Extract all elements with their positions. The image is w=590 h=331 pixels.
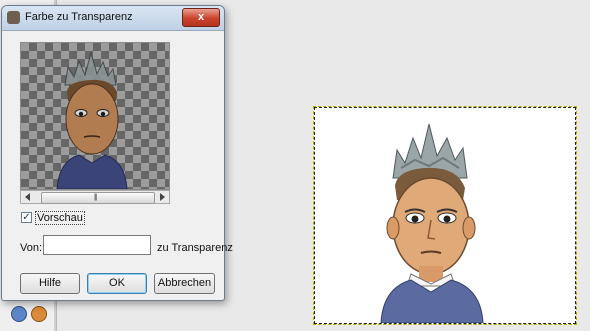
scroll-left-icon[interactable] bbox=[25, 193, 30, 201]
image-canvas[interactable] bbox=[313, 106, 577, 325]
preview-horizontal-scrollbar[interactable]: ||| bbox=[20, 190, 170, 204]
heal-tool-icon[interactable] bbox=[31, 306, 47, 322]
clone-tool-icon[interactable] bbox=[11, 306, 27, 322]
to-transparency-label: zu Transparenz bbox=[157, 242, 233, 254]
gimp-wilber-icon bbox=[7, 11, 20, 24]
checkmark-icon: ✓ bbox=[22, 212, 31, 223]
close-button[interactable]: x bbox=[182, 8, 220, 27]
preview-checkbox-label[interactable]: Vorschau bbox=[35, 211, 85, 225]
scroll-grip-icon: ||| bbox=[94, 194, 98, 201]
dialog-title: Farbe zu Transparenz bbox=[25, 11, 133, 23]
ok-button[interactable]: OK bbox=[87, 273, 147, 294]
preview-avatar bbox=[56, 51, 128, 189]
preview-area[interactable] bbox=[20, 42, 170, 190]
from-color-label: Von: bbox=[20, 242, 43, 254]
scrollbar-thumb[interactable]: ||| bbox=[41, 192, 155, 204]
cancel-button[interactable]: Abbrechen bbox=[154, 273, 215, 294]
avatar-illustration bbox=[380, 123, 484, 324]
color-to-alpha-dialog: Farbe zu Transparenz x ||| ✓ Vorschau Vo… bbox=[1, 5, 233, 301]
from-color-button[interactable] bbox=[43, 235, 151, 255]
dialog-titlebar[interactable]: Farbe zu Transparenz x bbox=[2, 6, 224, 31]
help-button[interactable]: Hilfe bbox=[20, 273, 80, 294]
scroll-right-icon[interactable] bbox=[160, 193, 165, 201]
preview-checkbox[interactable]: ✓ bbox=[21, 212, 32, 223]
close-icon: x bbox=[197, 11, 205, 23]
